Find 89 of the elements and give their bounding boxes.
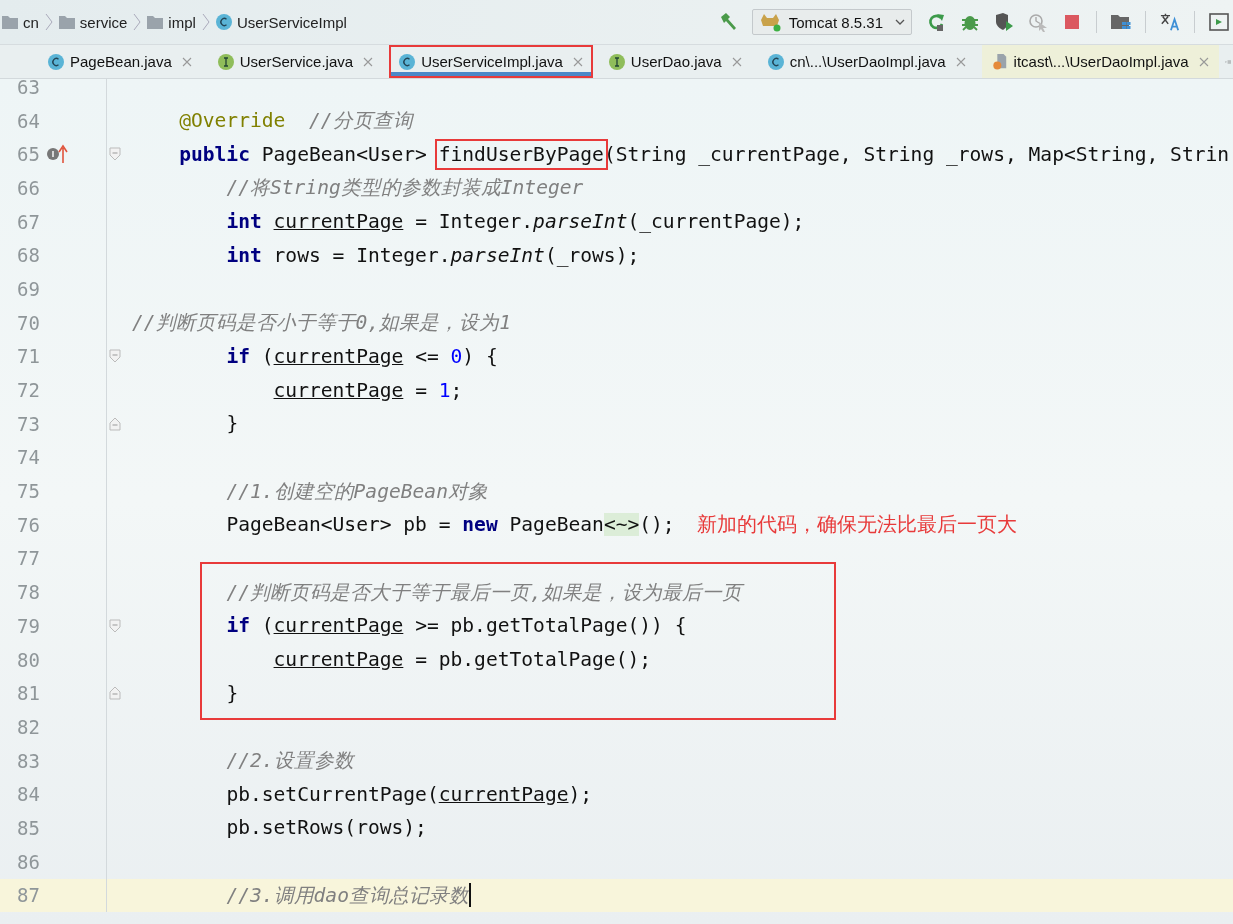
editor-tab[interactable]: itcast\...\UserDaoImpl.java [981,45,1219,78]
fold-icon[interactable] [109,686,121,701]
project-structure-icon[interactable] [1111,12,1131,32]
editor-tab[interactable]: cn\...\UserDaoImpl.java [757,45,976,78]
breadcrumb-item[interactable]: UserServiceImpl [215,13,347,31]
rerun-icon[interactable] [926,12,946,32]
line-number: 75 [16,480,40,503]
folder-icon [147,14,164,30]
class-icon [48,53,64,70]
run-window-icon[interactable] [1209,12,1229,32]
tomcat-cat-icon [758,12,783,32]
close-icon[interactable] [731,56,742,67]
fold-icon[interactable] [109,147,121,162]
close-icon[interactable] [181,56,192,67]
close-icon[interactable] [955,56,966,67]
class-icon [767,53,784,70]
close-icon[interactable] [572,56,583,67]
editor-tab[interactable]: UserDao.java [598,45,752,78]
line-number: 85 [16,816,40,839]
interface-icon [608,53,625,70]
code-line: //3.调用dao查询总记录数 [225,882,469,909]
line-number: 84 [16,783,40,806]
close-icon[interactable] [1198,56,1209,67]
run-configuration-dropdown[interactable]: Tomcat 8.5.31 [751,9,912,35]
line-number: 83 [16,749,40,772]
code-line: pb.setRows(rows); [225,816,427,840]
chevron-icon [133,12,142,32]
line-number: 80 [16,648,40,671]
chevron-icon [44,12,53,32]
line-number: 63 [16,79,40,98]
chevron-icon [201,12,210,32]
line-number: 64 [16,109,40,132]
caret-icon [895,19,905,25]
code-line: int rows = Integer.parseInt(_rows); [225,243,640,267]
code-line: currentPage = 1; [272,378,463,402]
fold-icon[interactable] [109,349,121,364]
breadcrumb-item[interactable]: cn [2,13,39,31]
breadcrumb-item[interactable]: impl [147,13,196,31]
code-line: //1.创建空的PageBean对象 [225,478,488,505]
class-icon [215,14,232,30]
fold-icon[interactable] [109,416,121,431]
profiler-icon[interactable] [1028,12,1048,32]
code-line: PageBean<User> pb = new PageBean<~>(); [225,513,675,537]
annotation-note: 新加的代码，确保无法比最后一页大 [696,511,1017,539]
code-line: } [225,681,239,705]
line-number: 87 [16,884,40,907]
class-icon [399,53,416,70]
code-line: if (currentPage <= 0) { [225,344,498,368]
line-number: 71 [16,345,40,368]
text-cursor [468,883,471,908]
code-line: //判断页码是否小于等于0,如果是，设为1 [132,310,511,337]
translate-icon[interactable] [1160,12,1180,32]
shield-run-icon[interactable] [994,12,1014,32]
code-line: int currentPage = Integer.parseInt(_currentPage); [225,210,805,234]
line-number: 79 [16,614,40,637]
code-line: } [225,412,239,436]
line-number: 70 [16,311,40,334]
code-line: currentPage = pb.getTotalPage(); [272,648,652,672]
editor-tab[interactable]: PageBean.java [38,45,202,78]
close-icon[interactable] [363,56,374,67]
code-line: if (currentPage >= pb.getTotalPage()) { [225,614,687,638]
file-icon [991,53,1008,70]
line-number: 77 [16,547,40,570]
line-number: 82 [16,715,40,738]
breadcrumb-item[interactable]: service [58,13,128,31]
line-number: 81 [16,682,40,705]
line-number: 73 [16,412,40,435]
line-number: 86 [16,850,40,873]
code-line: pb.setCurrentPage(currentPage); [225,782,593,806]
stop-icon[interactable] [1062,12,1082,32]
line-number: 66 [16,176,40,199]
line-number: 67 [16,210,40,233]
fold-icon[interactable] [109,618,121,633]
line-number: 68 [16,244,40,267]
line-number: 65 [16,143,40,166]
implements-marker-icon[interactable] [46,143,68,166]
code-line: //2.设置参数 [225,748,354,775]
folder-icon [2,14,18,30]
line-number: 72 [16,379,40,402]
line-number: 76 [16,513,40,536]
line-number: 78 [16,581,40,604]
folder-icon [58,14,75,30]
editor-tab[interactable]: UserServiceImpl.java [389,45,593,78]
editor-tab[interactable]: UserService.java [207,45,384,78]
line-number: 74 [16,446,40,469]
line-number: 69 [16,277,40,300]
code-line: @Override //分页查询 [178,108,413,135]
code-line: //将String类型的参数封装成Integer [225,175,584,202]
interface-icon [217,53,234,70]
